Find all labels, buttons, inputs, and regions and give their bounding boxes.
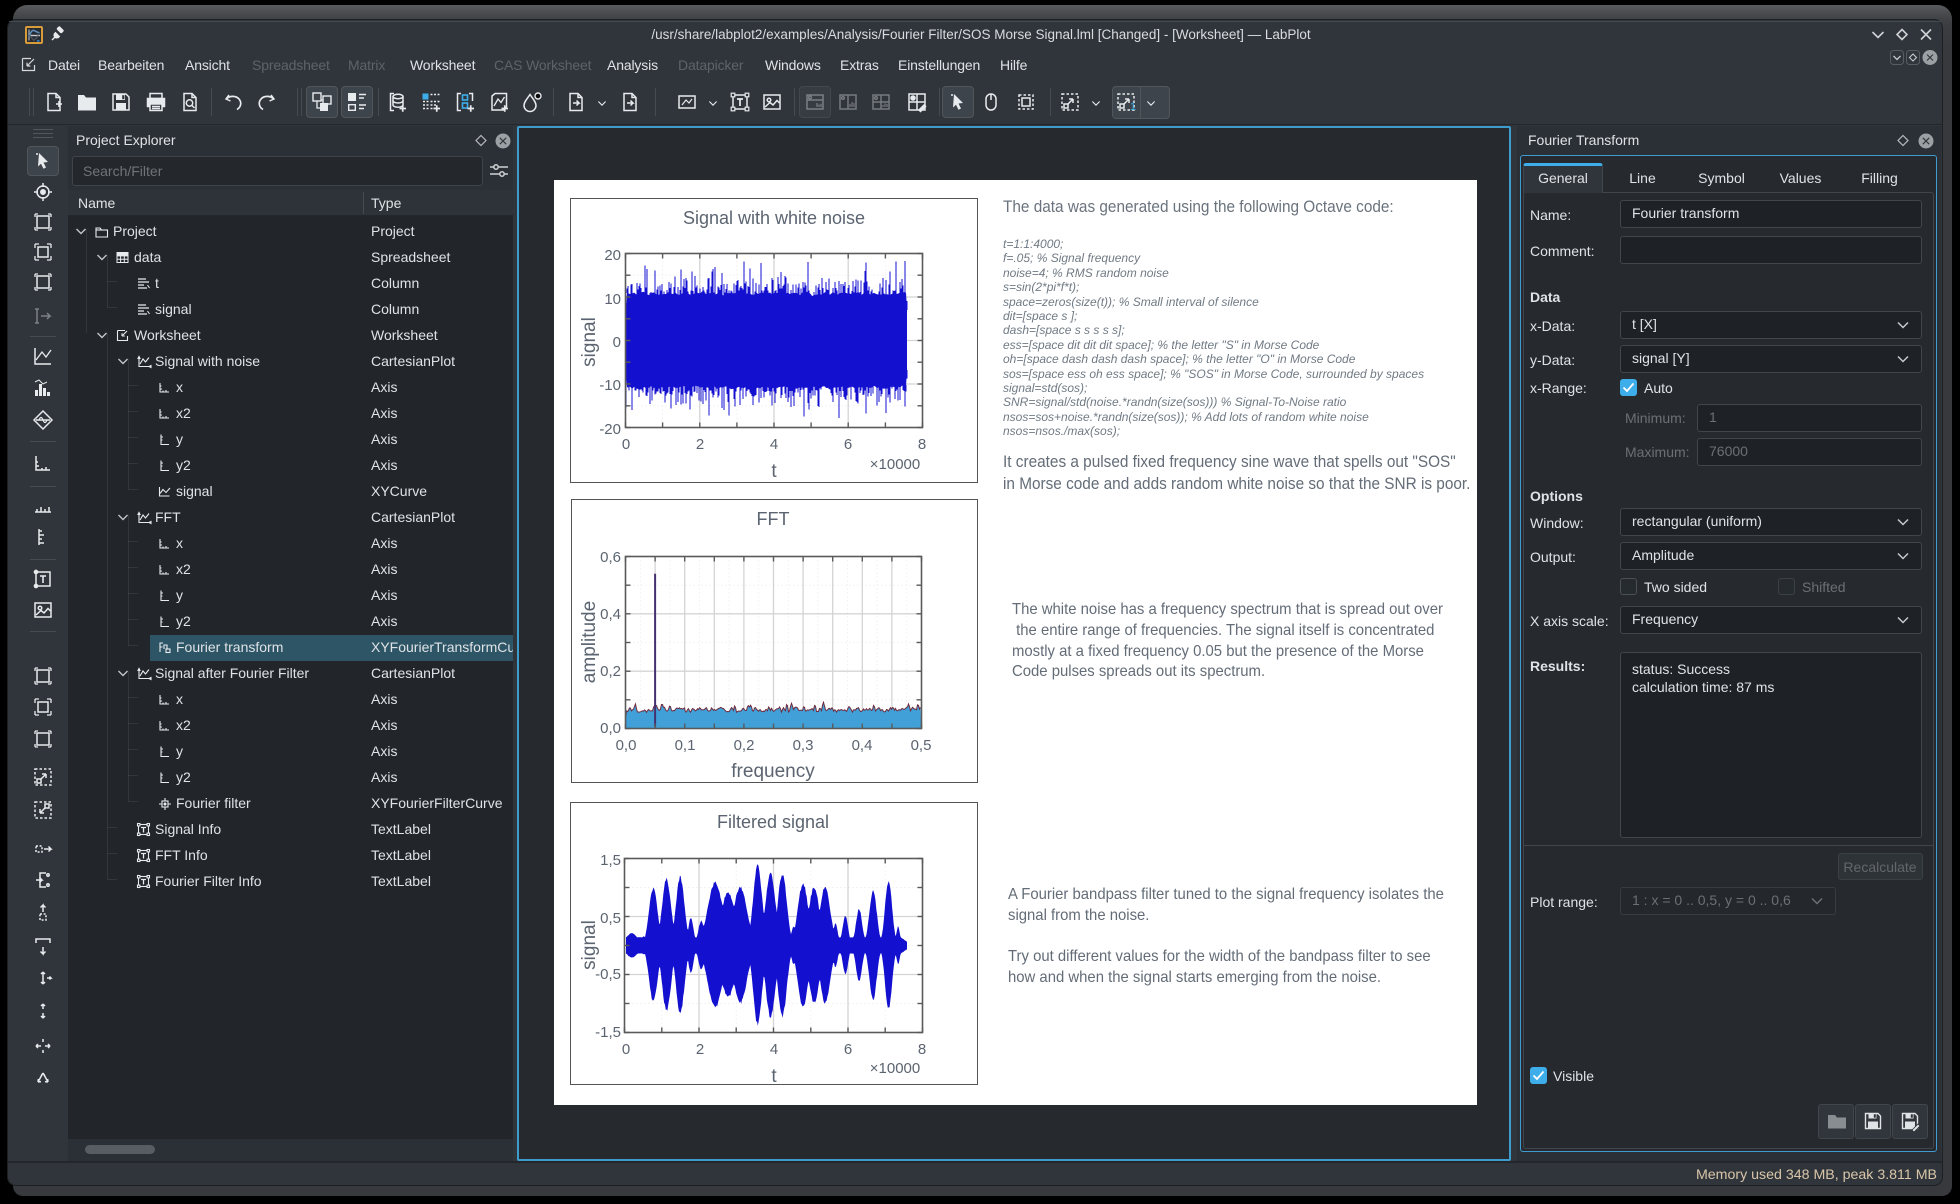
svg-text:1: 1 xyxy=(1130,101,1136,113)
